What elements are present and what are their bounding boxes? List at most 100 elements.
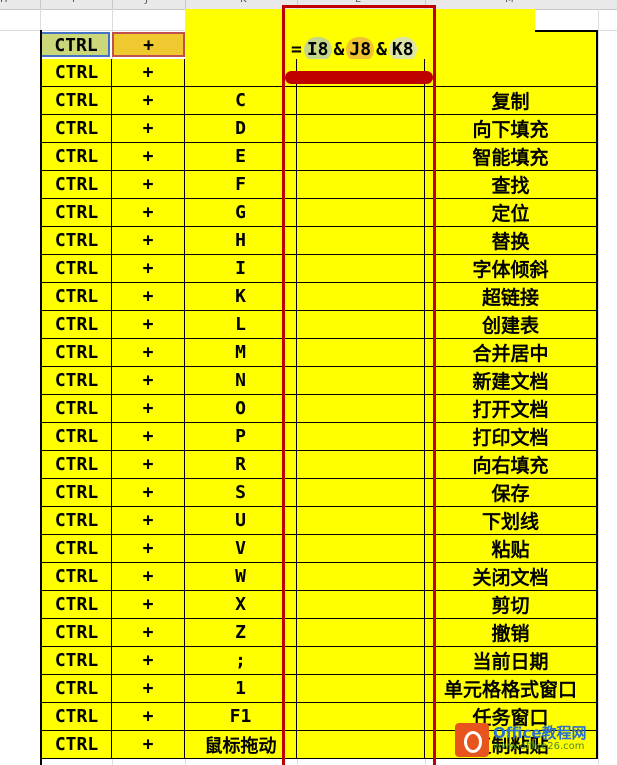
cell-description[interactable]: 查找 bbox=[425, 171, 598, 199]
cell-key[interactable]: 1 bbox=[185, 675, 297, 703]
cell-description[interactable]: 定位 bbox=[425, 199, 598, 227]
cell-ctrl[interactable]: CTRL bbox=[40, 143, 112, 171]
cell-plus[interactable]: + bbox=[112, 395, 185, 423]
cell-key[interactable]: I bbox=[185, 255, 297, 283]
cell-description[interactable]: 保存 bbox=[425, 479, 598, 507]
cell-description[interactable]: 下划线 bbox=[425, 507, 598, 535]
cell-plus[interactable]: + bbox=[112, 451, 185, 479]
cell-key[interactable]: S bbox=[185, 479, 297, 507]
cell-description[interactable]: 字体倾斜 bbox=[425, 255, 598, 283]
cell-description[interactable]: 向右填充 bbox=[425, 451, 598, 479]
cell-ctrl[interactable]: CTRL bbox=[40, 115, 112, 143]
cell-plus[interactable]: + bbox=[112, 507, 185, 535]
cell-plus[interactable]: + bbox=[112, 311, 185, 339]
cell-description[interactable]: 创建表 bbox=[425, 311, 598, 339]
cell-ctrl[interactable]: CTRL bbox=[40, 563, 112, 591]
cell-plus[interactable]: + bbox=[112, 703, 185, 731]
cell-key[interactable]: N bbox=[185, 367, 297, 395]
column-header-h[interactable]: H bbox=[0, 0, 8, 5]
header-plus[interactable]: + bbox=[112, 32, 185, 58]
cell-plus[interactable]: + bbox=[112, 563, 185, 591]
cell-key[interactable]: 鼠标拖动 bbox=[185, 731, 297, 759]
cell-ctrl[interactable]: CTRL bbox=[40, 731, 112, 759]
cell-ctrl[interactable]: CTRL bbox=[40, 227, 112, 255]
cell-key[interactable]: V bbox=[185, 535, 297, 563]
cell-plus[interactable]: + bbox=[112, 227, 185, 255]
cell-key[interactable]: K bbox=[185, 283, 297, 311]
cell-key[interactable] bbox=[185, 59, 297, 87]
cell-plus[interactable]: + bbox=[112, 115, 185, 143]
cell-plus[interactable]: + bbox=[112, 255, 185, 283]
cell-ctrl[interactable]: CTRL bbox=[40, 395, 112, 423]
cell-ctrl[interactable]: CTRL bbox=[40, 675, 112, 703]
cell-plus[interactable]: + bbox=[112, 59, 185, 87]
cell-ctrl[interactable]: CTRL bbox=[40, 507, 112, 535]
cell-description[interactable]: 复制 bbox=[425, 87, 598, 115]
cell-ctrl[interactable]: CTRL bbox=[40, 283, 112, 311]
cell-key[interactable]: U bbox=[185, 507, 297, 535]
cell-ctrl[interactable]: CTRL bbox=[40, 171, 112, 199]
cell-key[interactable]: M bbox=[185, 339, 297, 367]
cell-ctrl[interactable]: CTRL bbox=[40, 311, 112, 339]
cell-plus[interactable]: + bbox=[112, 535, 185, 563]
cell-description[interactable]: 替换 bbox=[425, 227, 598, 255]
cell-ctrl[interactable]: CTRL bbox=[40, 423, 112, 451]
cell-description[interactable]: 剪切 bbox=[425, 591, 598, 619]
cell-plus[interactable]: + bbox=[112, 647, 185, 675]
cell-plus[interactable]: + bbox=[112, 339, 185, 367]
column-header-j[interactable]: J bbox=[145, 0, 148, 5]
cell-description[interactable]: 单元格格式窗口 bbox=[425, 675, 598, 703]
cell-description[interactable]: 向下填充 bbox=[425, 115, 598, 143]
cell-ctrl[interactable]: CTRL bbox=[40, 59, 112, 87]
cell-key[interactable]: G bbox=[185, 199, 297, 227]
cell-key[interactable]: ; bbox=[185, 647, 297, 675]
cell-plus[interactable]: + bbox=[112, 283, 185, 311]
cell-key[interactable]: D bbox=[185, 115, 297, 143]
cell-plus[interactable]: + bbox=[112, 367, 185, 395]
cell-ctrl[interactable]: CTRL bbox=[40, 591, 112, 619]
cell-plus[interactable]: + bbox=[112, 731, 185, 759]
cell-description[interactable]: 打印文档 bbox=[425, 423, 598, 451]
cell-key[interactable]: Z bbox=[185, 619, 297, 647]
cell-key[interactable]: R bbox=[185, 451, 297, 479]
cell-ctrl[interactable]: CTRL bbox=[40, 199, 112, 227]
cell-ctrl[interactable]: CTRL bbox=[40, 479, 112, 507]
cell-plus[interactable]: + bbox=[112, 591, 185, 619]
cell-key[interactable]: E bbox=[185, 143, 297, 171]
cell-plus[interactable]: + bbox=[112, 143, 185, 171]
column-header-m[interactable]: M bbox=[505, 0, 514, 5]
cell-key[interactable]: H bbox=[185, 227, 297, 255]
cell-description[interactable]: 超链接 bbox=[425, 283, 598, 311]
cell-ctrl[interactable]: CTRL bbox=[40, 703, 112, 731]
cell-description[interactable]: 打开文档 bbox=[425, 395, 598, 423]
cell-ctrl[interactable]: CTRL bbox=[40, 367, 112, 395]
cell-ctrl[interactable]: CTRL bbox=[40, 619, 112, 647]
cell-key[interactable]: C bbox=[185, 87, 297, 115]
cell-plus[interactable]: + bbox=[112, 479, 185, 507]
cell-description[interactable]: 新建文档 bbox=[425, 367, 598, 395]
cell-ctrl[interactable]: CTRL bbox=[40, 339, 112, 367]
cell-description[interactable]: 合并居中 bbox=[425, 339, 598, 367]
cell-key[interactable]: O bbox=[185, 395, 297, 423]
cell-key[interactable]: X bbox=[185, 591, 297, 619]
column-header-k[interactable]: K bbox=[240, 0, 247, 5]
cell-plus[interactable]: + bbox=[112, 675, 185, 703]
cell-description[interactable]: 撤销 bbox=[425, 619, 598, 647]
cell-ctrl[interactable]: CTRL bbox=[40, 451, 112, 479]
cell-description[interactable]: 当前日期 bbox=[425, 647, 598, 675]
cell-ctrl[interactable]: CTRL bbox=[40, 87, 112, 115]
column-header-i[interactable]: I bbox=[72, 0, 75, 5]
cell-key[interactable]: P bbox=[185, 423, 297, 451]
cell-description[interactable]: 粘贴 bbox=[425, 535, 598, 563]
cell-key[interactable]: W bbox=[185, 563, 297, 591]
cell-plus[interactable]: + bbox=[112, 423, 185, 451]
cell-description[interactable] bbox=[425, 59, 598, 87]
cell-key[interactable]: L bbox=[185, 311, 297, 339]
cell-plus[interactable]: + bbox=[112, 87, 185, 115]
cell-key[interactable]: F bbox=[185, 171, 297, 199]
cell-description[interactable]: 智能填充 bbox=[425, 143, 598, 171]
cell-plus[interactable]: + bbox=[112, 199, 185, 227]
cell-ctrl[interactable]: CTRL bbox=[40, 647, 112, 675]
cell-ctrl[interactable]: CTRL bbox=[40, 255, 112, 283]
header-ctrl[interactable]: CTRL bbox=[40, 32, 112, 58]
